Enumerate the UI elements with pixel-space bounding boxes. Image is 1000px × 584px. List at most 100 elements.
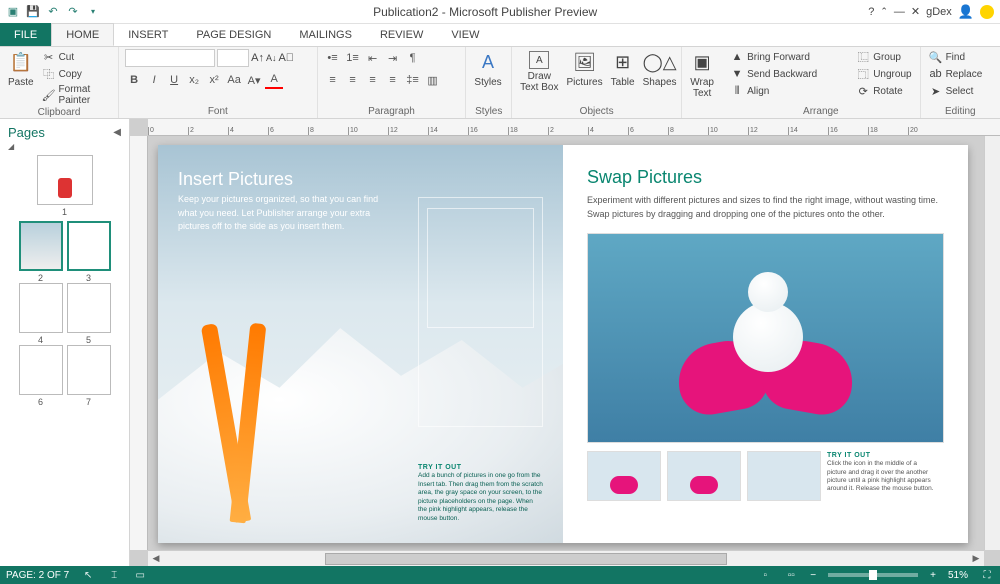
font-family-select[interactable] (125, 49, 215, 67)
fit-page-icon[interactable]: ⛶ (980, 568, 994, 582)
right-tryout[interactable]: TRY IT OUT Click the icon in the middle … (827, 451, 937, 501)
scroll-left-icon[interactable]: ◀ (148, 551, 164, 567)
qat-more-icon[interactable]: ▾ (84, 3, 102, 21)
left-page-title[interactable]: Insert Pictures (178, 169, 293, 190)
font-size-select[interactable] (217, 49, 249, 67)
scroll-thumb[interactable] (325, 553, 727, 565)
shapes-button[interactable]: ◯△Shapes (641, 49, 679, 90)
left-page-body[interactable]: Keep your pictures organized, so that yo… (178, 193, 388, 234)
paste-button[interactable]: 📋 Paste (6, 49, 36, 90)
replace-button[interactable]: abReplace (927, 66, 985, 82)
page-thumb-4[interactable]: 4 (19, 283, 63, 345)
columns-icon[interactable]: ▥ (424, 71, 442, 89)
view-single-icon[interactable]: ▫ (758, 568, 772, 582)
view-spread-icon[interactable]: ▫▫ (784, 568, 798, 582)
bold-icon[interactable]: B (125, 71, 143, 89)
page-thumb-1[interactable]: 1 (37, 155, 93, 217)
vertical-scrollbar[interactable] (984, 136, 1000, 550)
right-page-body[interactable]: Experiment with different pictures and s… (587, 194, 944, 221)
underline-icon[interactable]: U (165, 71, 183, 89)
grow-font-icon[interactable]: A↑ (251, 52, 264, 64)
line-spacing-icon[interactable]: ‡≡ (404, 71, 422, 89)
zoom-level[interactable]: 51% (948, 570, 968, 581)
left-tryout[interactable]: TRY IT OUT Add a bunch of pictures in on… (418, 463, 543, 523)
numbering-icon[interactable]: 1≡ (344, 49, 362, 67)
smiley-icon[interactable] (980, 5, 994, 19)
close-icon[interactable]: ✕ (911, 5, 920, 18)
format-painter-button[interactable]: 🖌Format Painter (40, 83, 113, 107)
cursor-icon[interactable]: ↖ (81, 568, 95, 582)
canvas-area[interactable]: 0246810121416182468101214161820 Insert P… (130, 119, 1000, 566)
thumbnail-image[interactable] (747, 451, 821, 501)
picture-placeholder-inner[interactable] (427, 208, 534, 328)
collapse-panel-icon[interactable]: ◀ (113, 127, 121, 138)
page-thumb-3[interactable]: 3 (67, 221, 111, 283)
page-thumb-7[interactable]: 7 (67, 345, 111, 407)
rotate-button[interactable]: ⟳Rotate (854, 83, 913, 99)
object-size-icon[interactable]: ▭ (133, 568, 147, 582)
increase-indent-icon[interactable]: ⇥ (384, 49, 402, 67)
align-center-icon[interactable]: ≡ (344, 71, 362, 89)
caret-icon[interactable]: ⌶ (107, 568, 121, 582)
page-right[interactable]: Swap Pictures Experiment with different … (563, 145, 968, 543)
align-right-icon[interactable]: ≡ (364, 71, 382, 89)
align-left-icon[interactable]: ≡ (324, 71, 342, 89)
page-left[interactable]: Insert Pictures Keep your pictures organ… (158, 145, 563, 543)
thumbnail-image[interactable] (587, 451, 661, 501)
right-page-title[interactable]: Swap Pictures (587, 167, 944, 188)
tab-file[interactable]: FILE (0, 23, 51, 46)
user-label[interactable]: gDex (926, 6, 952, 18)
bring-forward-button[interactable]: ▲Bring Forward (728, 49, 850, 65)
clear-formatting-icon[interactable]: A⃠ (278, 52, 294, 64)
page-status[interactable]: PAGE: 2 OF 7 (6, 570, 69, 581)
tab-review[interactable]: REVIEW (366, 23, 437, 46)
collapse-tree-icon[interactable]: ◢ (4, 142, 125, 151)
picture-placeholder[interactable] (418, 197, 543, 427)
page-thumb-2[interactable]: 2 (19, 221, 63, 283)
subscript-icon[interactable]: x₂ (185, 71, 203, 89)
italic-icon[interactable]: I (145, 71, 163, 89)
group-button[interactable]: ⿺Group (854, 49, 913, 65)
styles-button[interactable]: A Styles (472, 49, 503, 90)
zoom-in-button[interactable]: + (930, 570, 936, 581)
wrap-text-button[interactable]: ▣Wrap Text (688, 49, 716, 101)
ribbon-collapse-icon[interactable]: ⌃ (880, 6, 888, 17)
superscript-icon[interactable]: x² (205, 71, 223, 89)
justify-icon[interactable]: ≡ (384, 71, 402, 89)
font-color-icon[interactable]: A (265, 71, 283, 89)
save-icon[interactable]: 💾 (24, 3, 42, 21)
tab-home[interactable]: HOME (51, 23, 114, 46)
help-icon[interactable]: ? (868, 6, 874, 18)
hero-image[interactable] (587, 233, 944, 443)
table-button[interactable]: ⊞Table (609, 49, 637, 90)
select-button[interactable]: ➤Select (927, 83, 985, 99)
scroll-right-icon[interactable]: ▶ (968, 551, 984, 567)
pictures-button[interactable]: 🖼Pictures (564, 49, 604, 90)
redo-icon[interactable]: ↷ (64, 3, 82, 21)
pilcrow-icon[interactable]: ¶ (404, 49, 422, 67)
decrease-indent-icon[interactable]: ⇤ (364, 49, 382, 67)
avatar-icon[interactable]: 👤 (958, 4, 974, 20)
zoom-out-button[interactable]: − (810, 570, 816, 581)
page-spread[interactable]: Insert Pictures Keep your pictures organ… (158, 145, 968, 543)
cut-button[interactable]: ✂Cut (40, 49, 113, 65)
bullets-icon[interactable]: •≡ (324, 49, 342, 67)
page-thumb-5[interactable]: 5 (67, 283, 111, 345)
copy-button[interactable]: ⿻Copy (40, 66, 113, 82)
tab-page-design[interactable]: PAGE DESIGN (182, 23, 285, 46)
tab-view[interactable]: VIEW (437, 23, 493, 46)
send-backward-button[interactable]: ▼Send Backward (728, 66, 850, 82)
find-button[interactable]: 🔍Find (927, 49, 985, 65)
undo-icon[interactable]: ↶ (44, 3, 62, 21)
ungroup-button[interactable]: ⿹Ungroup (854, 66, 913, 82)
text-effects-icon[interactable]: A▾ (245, 71, 263, 89)
tab-mailings[interactable]: MAILINGS (285, 23, 366, 46)
shrink-font-icon[interactable]: A↓ (266, 53, 277, 63)
align-button[interactable]: ⫴Align (728, 83, 850, 99)
page-thumb-6[interactable]: 6 (19, 345, 63, 407)
minimize-icon[interactable]: — (894, 6, 905, 18)
char-spacing-icon[interactable]: Aa (225, 71, 243, 89)
draw-textbox-button[interactable]: ADraw Text Box (518, 49, 560, 95)
zoom-slider[interactable] (828, 573, 918, 577)
tab-insert[interactable]: INSERT (114, 23, 182, 46)
